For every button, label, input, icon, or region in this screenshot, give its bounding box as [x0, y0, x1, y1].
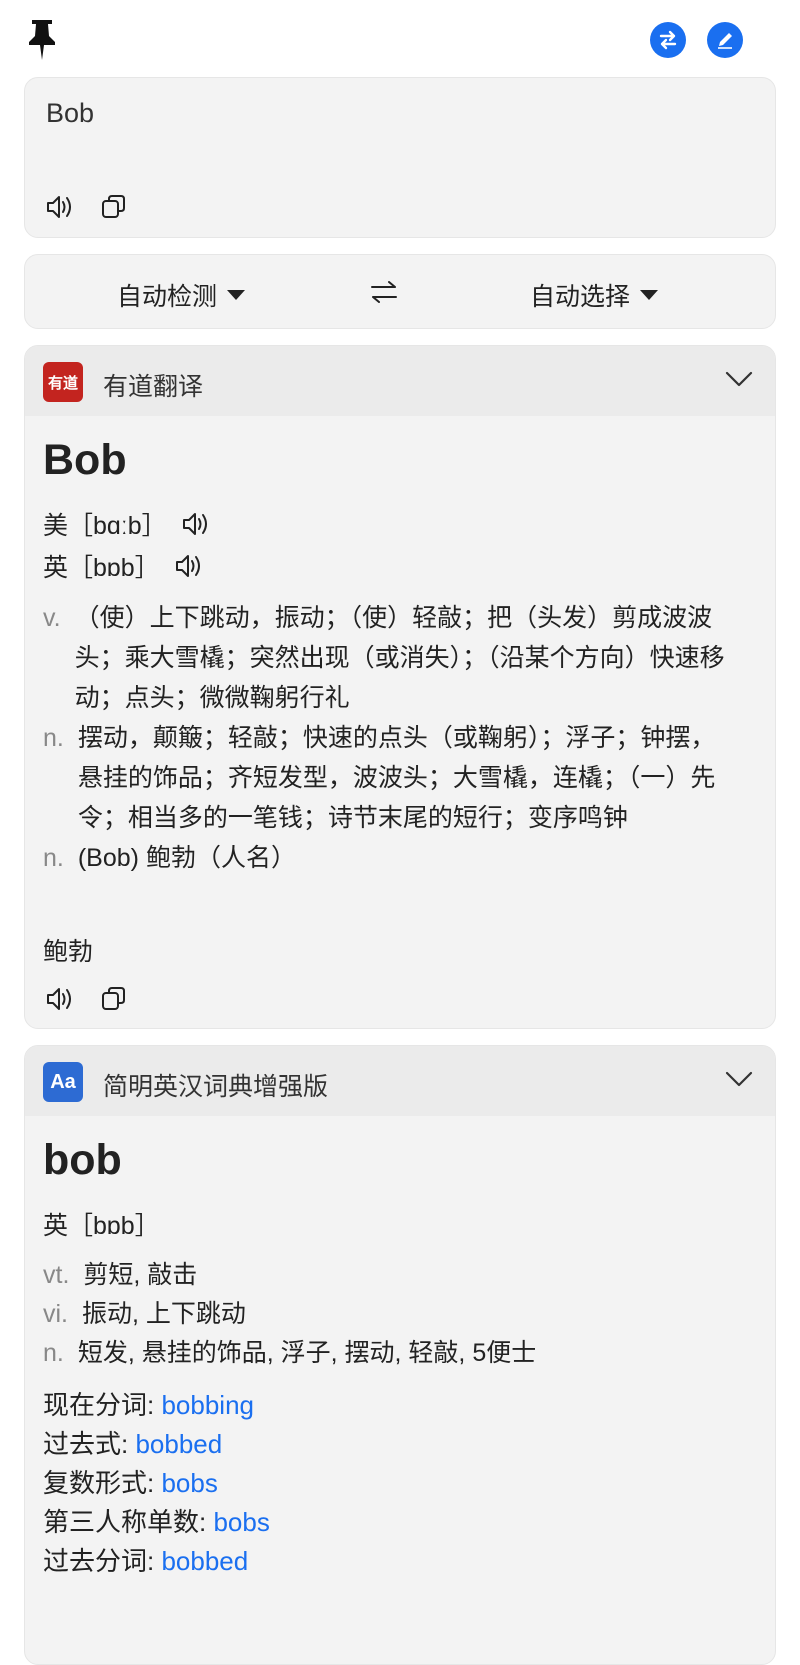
definition-row: n. 摆动，颠簸；轻敲；快速的点头（或鞠躬）；浮子；钟摆，悬挂的饰品；齐短发型，… [43, 718, 733, 838]
dictionary-header[interactable]: Aa 简明英汉词典增强版 [25, 1046, 775, 1116]
youdao-word: Bob [43, 436, 127, 484]
youdao-header[interactable]: 有道 有道翻译 [25, 346, 775, 416]
definition-row: n. 短发, 悬挂的饰品, 浮子, 摆动, 轻敲, 5便士 [43, 1334, 733, 1373]
part-of-speech: n. [43, 1339, 64, 1367]
swap-languages-icon[interactable] [369, 279, 399, 305]
speaker-icon[interactable] [45, 984, 75, 1014]
uk-phonetic-text: 英［bɒb］ [43, 554, 160, 582]
definition-text: 振动, 上下跳动 [82, 1300, 246, 1328]
word-form-row: 过去式: bobbed [43, 1425, 270, 1464]
dropdown-arrow-icon [227, 290, 246, 300]
source-text[interactable]: Bob [46, 98, 94, 129]
youdao-actions [45, 984, 129, 1014]
word-form-link[interactable]: bobs [213, 1507, 269, 1537]
word-form-row: 复数形式: bobs [43, 1464, 270, 1503]
youdao-logo: 有道 [43, 362, 83, 402]
youdao-title: 有道翻译 [103, 373, 204, 401]
word-form-label: 过去分词: [43, 1546, 155, 1576]
language-selector: 自动检测 自动选择 [24, 254, 776, 329]
definition-row: n. (Bob) 鲍勃（人名） [43, 838, 733, 878]
dictionary-word: bob [43, 1136, 122, 1184]
youdao-translation: 鲍勃 [43, 938, 94, 966]
swap-button[interactable] [650, 22, 686, 58]
dictionary-title: 简明英汉词典增强版 [103, 1073, 329, 1101]
youdao-result-card: 有道 有道翻译 Bob 美［bɑːb］ 英［bɒb］ v. （使）上下跳动，振动… [24, 345, 776, 1029]
word-form-row: 过去分词: bobbed [43, 1542, 270, 1581]
dictionary-result-card: Aa 简明英汉词典增强版 bob 英［bɒb］ vt. 剪短, 敲击 vi. 振… [24, 1045, 776, 1665]
word-form-link[interactable]: bobbed [135, 1429, 222, 1459]
source-input-card[interactable]: Bob [24, 77, 776, 238]
speaker-icon[interactable] [45, 192, 75, 222]
chevron-down-icon[interactable] [725, 1070, 753, 1088]
part-of-speech: n. [43, 844, 64, 872]
edit-button[interactable] [707, 22, 743, 58]
dropdown-arrow-icon [640, 290, 659, 300]
word-forms: 现在分词: bobbing 过去式: bobbed 复数形式: bobs 第三人… [43, 1386, 270, 1581]
edit-icon [718, 33, 732, 49]
definition-text: 短发, 悬挂的饰品, 浮子, 摆动, 轻敲, 5便士 [77, 1339, 537, 1367]
part-of-speech: v. [43, 604, 61, 632]
copy-icon[interactable] [99, 984, 129, 1014]
copy-icon[interactable] [99, 192, 129, 222]
word-form-link[interactable]: bobs [161, 1468, 217, 1498]
definition-row: vt. 剪短, 敲击 [43, 1256, 733, 1295]
source-language-label: 自动检测 [117, 283, 218, 311]
target-language-label: 自动选择 [530, 283, 631, 311]
definition-text: （使）上下跳动，振动；（使）轻敲；把（头发）剪成波波头；乘大雪橇；突然出现（或消… [74, 604, 725, 712]
pin-icon[interactable] [27, 18, 57, 62]
word-form-label: 过去式: [43, 1429, 129, 1459]
part-of-speech: vt. [43, 1261, 70, 1289]
us-phonetic-text: 美［bɑːb］ [43, 512, 167, 540]
definition-row: v. （使）上下跳动，振动；（使）轻敲；把（头发）剪成波波头；乘大雪橇；突然出现… [43, 598, 733, 718]
top-bar [0, 0, 800, 76]
us-phonetic: 美［bɑːb］ [43, 506, 211, 542]
uk-phonetic-text: 英［bɒb］ [43, 1212, 160, 1240]
uk-phonetic: 英［bɒb］ [43, 1206, 160, 1242]
definition-text: (Bob) 鲍勃（人名） [77, 844, 296, 872]
definition-row: vi. 振动, 上下跳动 [43, 1295, 733, 1334]
swap-icon [659, 30, 677, 50]
word-form-label: 复数形式: [43, 1468, 155, 1498]
word-form-link[interactable]: bobbed [161, 1546, 248, 1576]
target-language-select[interactable]: 自动选择 [530, 277, 659, 313]
dictionary-logo: Aa [43, 1062, 83, 1102]
dictionary-definitions: vt. 剪短, 敲击 vi. 振动, 上下跳动 n. 短发, 悬挂的饰品, 浮子… [43, 1256, 733, 1373]
word-form-label: 现在分词: [43, 1390, 155, 1420]
uk-phonetic: 英［bɒb］ [43, 548, 204, 584]
word-form-row: 现在分词: bobbing [43, 1386, 270, 1425]
definition-text: 摆动，颠簸；轻敲；快速的点头（或鞠躬）；浮子；钟摆，悬挂的饰品；齐短发型，波波头… [77, 724, 716, 832]
word-form-row: 第三人称单数: bobs [43, 1503, 270, 1542]
part-of-speech: vi. [43, 1300, 68, 1328]
definition-text: 剪短, 敲击 [83, 1261, 198, 1289]
youdao-definitions: v. （使）上下跳动，振动；（使）轻敲；把（头发）剪成波波头；乘大雪橇；突然出现… [43, 598, 733, 878]
word-form-label: 第三人称单数: [43, 1507, 207, 1537]
chevron-down-icon[interactable] [725, 370, 753, 388]
source-actions [45, 192, 129, 222]
word-form-link[interactable]: bobbing [161, 1390, 254, 1420]
source-language-select[interactable]: 自动检测 [117, 277, 246, 313]
part-of-speech: n. [43, 724, 64, 752]
speaker-icon[interactable] [181, 510, 211, 538]
speaker-icon[interactable] [174, 552, 204, 580]
